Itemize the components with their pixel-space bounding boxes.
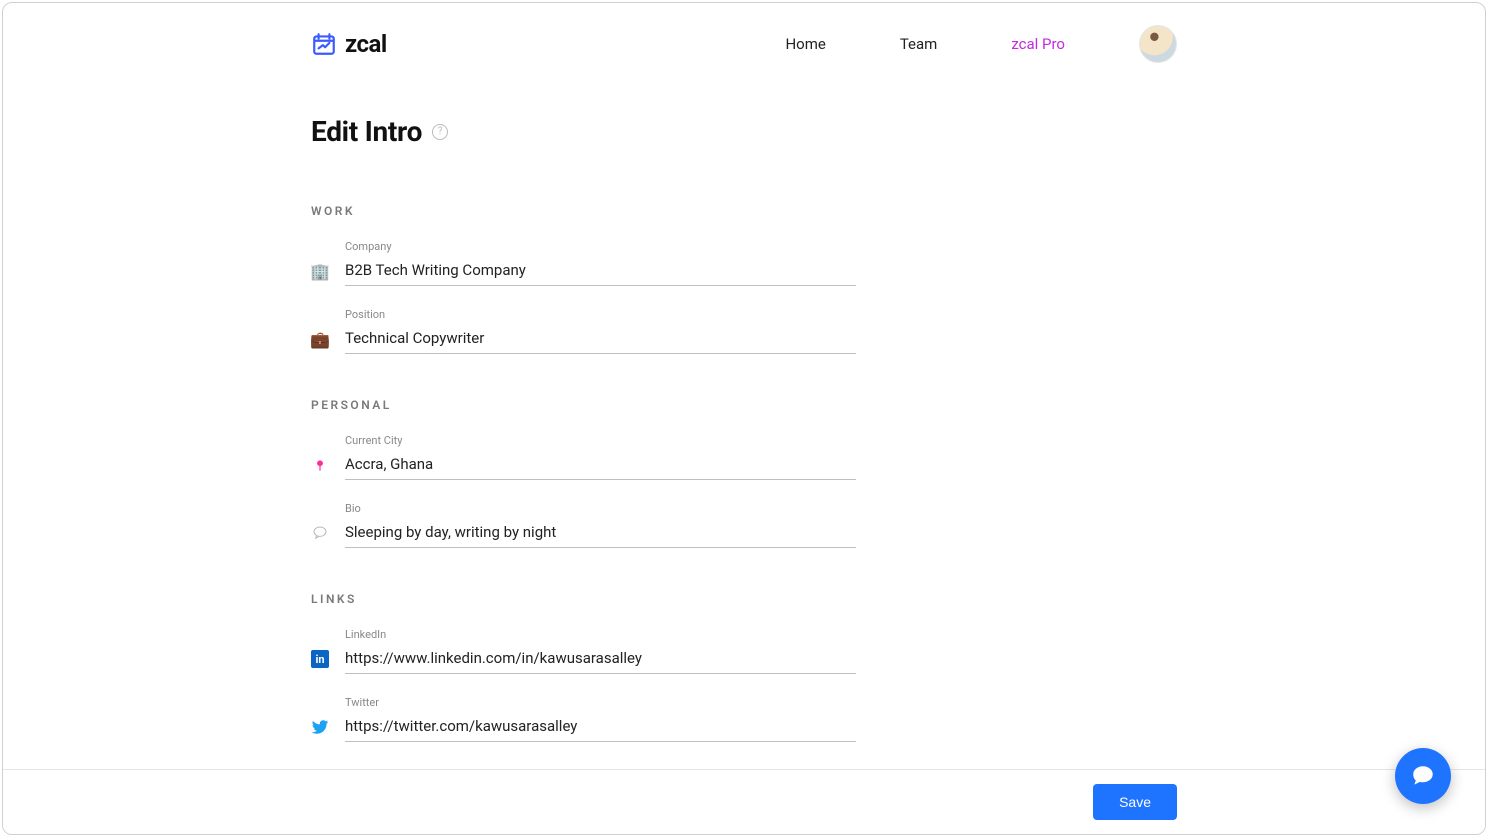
- nav-pro[interactable]: zcal Pro: [1011, 35, 1065, 53]
- nav: Home Team zcal Pro: [785, 25, 1177, 63]
- city-input[interactable]: [345, 451, 856, 480]
- building-icon: 🏢: [311, 262, 329, 280]
- field-company: 🏢 Company: [311, 240, 856, 286]
- field-bio: Bio: [311, 502, 856, 548]
- chat-fab[interactable]: [1395, 748, 1451, 804]
- twitter-input[interactable]: [345, 713, 856, 742]
- bio-label: Bio: [345, 502, 856, 515]
- save-button[interactable]: Save: [1093, 784, 1177, 820]
- section-heading-links: LINKS: [311, 592, 1177, 606]
- app-frame: zcal Home Team zcal Pro Edit Intro ? WOR…: [2, 2, 1486, 835]
- section-work: WORK 🏢 Company 💼 Position: [311, 204, 1177, 354]
- twitter-label: Twitter: [345, 696, 856, 709]
- position-label: Position: [345, 308, 856, 321]
- company-input[interactable]: [345, 257, 856, 286]
- page-title: Edit Intro: [311, 115, 422, 148]
- avatar[interactable]: [1139, 25, 1177, 63]
- scroll-area[interactable]: zcal Home Team zcal Pro Edit Intro ? WOR…: [3, 3, 1485, 769]
- help-icon[interactable]: ?: [432, 124, 448, 140]
- field-city: Current City: [311, 434, 856, 480]
- field-linkedin: in LinkedIn: [311, 628, 856, 674]
- footer-bar: Save: [3, 769, 1485, 834]
- linkedin-input[interactable]: [345, 645, 856, 674]
- briefcase-icon: 💼: [311, 330, 329, 348]
- brand[interactable]: zcal: [311, 30, 387, 58]
- main-container: zcal Home Team zcal Pro Edit Intro ? WOR…: [299, 3, 1189, 742]
- company-label: Company: [345, 240, 856, 253]
- city-label: Current City: [345, 434, 856, 447]
- section-heading-work: WORK: [311, 204, 1177, 218]
- position-input[interactable]: [345, 325, 856, 354]
- section-links: LINKS in LinkedIn Twitter: [311, 592, 1177, 742]
- field-position: 💼 Position: [311, 308, 856, 354]
- twitter-icon: [311, 718, 329, 736]
- nav-team[interactable]: Team: [900, 35, 938, 53]
- topbar: zcal Home Team zcal Pro: [311, 3, 1177, 73]
- brand-logo-icon: [311, 31, 337, 57]
- field-twitter: Twitter: [311, 696, 856, 742]
- brand-name: zcal: [345, 30, 387, 58]
- pin-icon: [311, 456, 329, 474]
- linkedin-icon: in: [311, 650, 329, 668]
- nav-home[interactable]: Home: [785, 35, 825, 53]
- bio-input[interactable]: [345, 519, 856, 548]
- chat-icon: [1410, 763, 1436, 789]
- speech-bubble-icon: [311, 524, 329, 542]
- page-title-row: Edit Intro ?: [311, 115, 1177, 148]
- section-personal: PERSONAL Current City Bio: [311, 398, 1177, 548]
- linkedin-label: LinkedIn: [345, 628, 856, 641]
- section-heading-personal: PERSONAL: [311, 398, 1177, 412]
